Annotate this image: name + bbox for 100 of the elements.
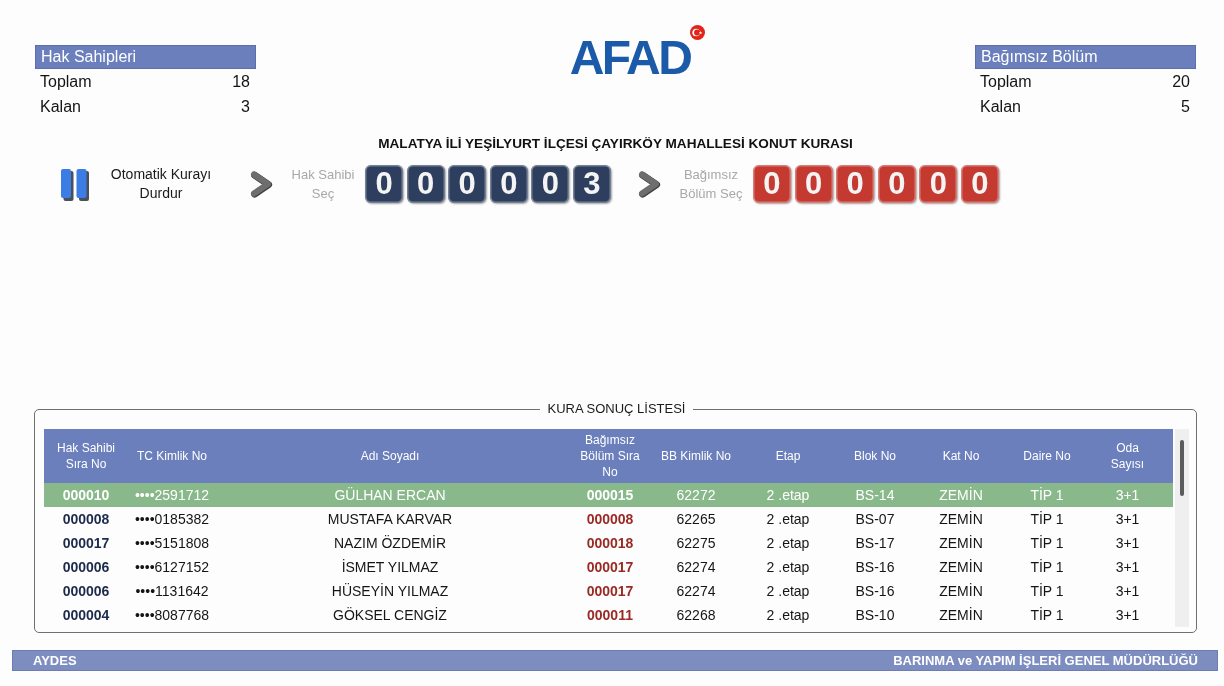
column-header: Oda Sayısı	[1082, 429, 1173, 483]
table-cell-text: 2 .etap	[765, 510, 811, 529]
table-cell-text: NAZIM ÖZDEMİR	[333, 534, 447, 553]
table-cell-text: ZEMİN	[938, 510, 984, 529]
pause-icon	[60, 167, 91, 201]
table-cell-text: ••••5151808	[133, 534, 211, 553]
table-cell-text: 000010	[61, 486, 111, 505]
table-cell-text: 62268	[675, 606, 717, 625]
table-cell-text: TİP 1	[1029, 558, 1065, 577]
table-cell-text: TİP 1	[1029, 582, 1065, 601]
logo-text: AFAD	[569, 34, 691, 82]
table-cell-text: BS-10	[854, 606, 896, 625]
stat-value: 5	[1181, 97, 1190, 116]
column-header: Bağımsız Bölüm Sıra No	[564, 429, 656, 483]
table-cell-text: 2 .etap	[765, 486, 811, 505]
column-header: Adı Soyadı	[216, 429, 564, 483]
column-header: BB Kimlik No	[656, 429, 736, 483]
panel-header: Hak Sahipleri	[35, 45, 256, 69]
stat-value: 20	[1172, 72, 1190, 91]
table-cell-text: 2 .etap	[765, 534, 811, 553]
table-row[interactable]: 000006 ••••6127152 İSMET YILMAZ 000017 62274 2 .etap BS-16 ZEMİN TİP 1 3+1	[44, 555, 1173, 579]
table-cell-text: 62274	[675, 582, 717, 601]
table-cell-text: 000018	[585, 534, 635, 553]
table-cell-text: 000006	[61, 582, 111, 601]
table-row[interactable]: 000004 ••••8087768 GÖKSEL CENGİZ 000011 62268 2 .etap BS-10 ZEMİN TİP 1 3+1	[44, 603, 1173, 627]
footer-organization: BARINMA ve YAPIM İŞLERİ GENEL MÜDÜRLÜĞÜ	[893, 653, 1198, 668]
table-cell-text: MUSTAFA KARVAR	[326, 510, 454, 529]
table-cell-text: TİP 1	[1029, 510, 1065, 529]
flag-icon	[690, 25, 706, 40]
table-cell-text: BS-17	[854, 534, 896, 553]
table-cell-text: TİP 1	[1029, 534, 1065, 553]
table-cell-text: BS-14	[854, 486, 896, 505]
table-cell-text: TİP 1	[1029, 486, 1065, 505]
stat-label: Toplam	[980, 72, 1032, 91]
table-cell-text: ZEMİN	[938, 558, 984, 577]
table-cell-text: ZEMİN	[938, 606, 984, 625]
column-header: Hak Sahibi Sıra No	[44, 429, 128, 483]
table-cell-text: 000008	[585, 510, 635, 529]
table-cell-text: 62265	[675, 510, 717, 529]
table-cell-text: 3+1	[1114, 558, 1141, 577]
table-cell-text: 2 .etap	[765, 558, 811, 577]
stat-label: Toplam	[40, 72, 92, 91]
stat-value: 18	[232, 72, 250, 91]
table-cell-text: GÖKSEL CENGİZ	[332, 606, 448, 625]
table-cell-text: TİP 1	[1029, 606, 1065, 625]
counter-digit: 0	[752, 165, 791, 203]
table-cell-text: 000004	[61, 606, 111, 625]
table-cell-text: 2 .etap	[765, 606, 811, 625]
table-row[interactable]: 000017 ••••5151808 NAZIM ÖZDEMİR 000018 62275 2 .etap BS-17 ZEMİN TİP 1 3+1	[44, 531, 1173, 555]
counter-digit: 0	[489, 165, 528, 203]
scrollbar-thumb[interactable]	[1180, 440, 1184, 496]
stat-label: Kalan	[40, 97, 81, 116]
table-cell-text: 62275	[675, 534, 717, 553]
panel-header: Bağımsız Bölüm	[975, 45, 1196, 69]
counter-digit: 0	[365, 165, 403, 203]
table-cell-text: 000017	[61, 534, 111, 553]
column-header: Blok No	[840, 429, 910, 483]
panel-legend: KURA SONUÇ LİSTESİ	[539, 401, 694, 417]
counter-digit: 0	[531, 165, 570, 203]
counter-digit: 0	[406, 165, 445, 203]
table-cell-text: 3+1	[1114, 582, 1141, 601]
table-cell-text: 000006	[61, 558, 111, 577]
footer-app-name: AYDES	[33, 653, 77, 668]
table-cell-text: ••••0185382	[133, 510, 211, 529]
table-cell-text: 000011	[586, 606, 634, 625]
counter-digit: 0	[919, 165, 958, 203]
table-cell-text: ZEMİN	[938, 534, 984, 553]
table-row[interactable]: 000006 ••••1131642 HÜSEYİN YILMAZ 000017 62274 2 .etap BS-16 ZEMİN TİP 1 3+1	[44, 579, 1173, 603]
column-header: TC Kimlik No	[128, 429, 216, 483]
counter-digit: 0	[960, 165, 999, 203]
table-row[interactable]: 000008 ••••0185382 MUSTAFA KARVAR 000008 62265 2 .etap BS-07 ZEMİN TİP 1 3+1	[44, 507, 1173, 531]
scrollbar[interactable]	[1175, 429, 1189, 627]
chevron-icon	[249, 170, 273, 198]
table-cell-text: GÜLHAN ERCAN	[333, 486, 447, 505]
counter-digit: 0	[794, 165, 833, 203]
table-cell-text: HÜSEYİN YILMAZ	[330, 582, 450, 601]
chevron-icon	[636, 170, 661, 198]
table-cell-text: 000008	[61, 510, 111, 529]
table-cell-text: 62274	[675, 558, 717, 577]
stat-label: Kalan	[980, 97, 1021, 116]
table-cell-text: ••••6127152	[133, 558, 211, 577]
table-cell-text: 3+1	[1114, 486, 1141, 505]
table-cell-text: 3+1	[1114, 510, 1141, 529]
table-cell-text: 62272	[675, 486, 717, 505]
page-title: MALATYA İLİ YEŞİLYURT İLÇESİ ÇAYIRKÖY MAHALLESİ KONUT KURASI	[377, 136, 854, 152]
table-cell-text: BS-16	[854, 558, 896, 577]
table-cell-text: ••••2591712	[133, 486, 211, 505]
table-cell-text: 000017	[585, 558, 635, 577]
table-cell-text: 000015	[585, 486, 635, 505]
table-cell-text: 3+1	[1114, 606, 1141, 625]
table-cell-text: ZEMİN	[938, 582, 984, 601]
table-cell-text: 000017	[585, 582, 635, 601]
table-cell-text: ZEMİN	[938, 486, 984, 505]
column-header: Daire No	[1012, 429, 1082, 483]
column-header: Kat No	[910, 429, 1012, 483]
pause-button[interactable]: Otomatik Kurayı Durdur	[60, 165, 217, 203]
table-cell-text: 3+1	[1114, 534, 1141, 553]
table-cell-text: İSMET YILMAZ	[340, 558, 440, 577]
table-cell-text: 2 .etap	[765, 582, 811, 601]
counter-digit: 0	[448, 165, 487, 203]
